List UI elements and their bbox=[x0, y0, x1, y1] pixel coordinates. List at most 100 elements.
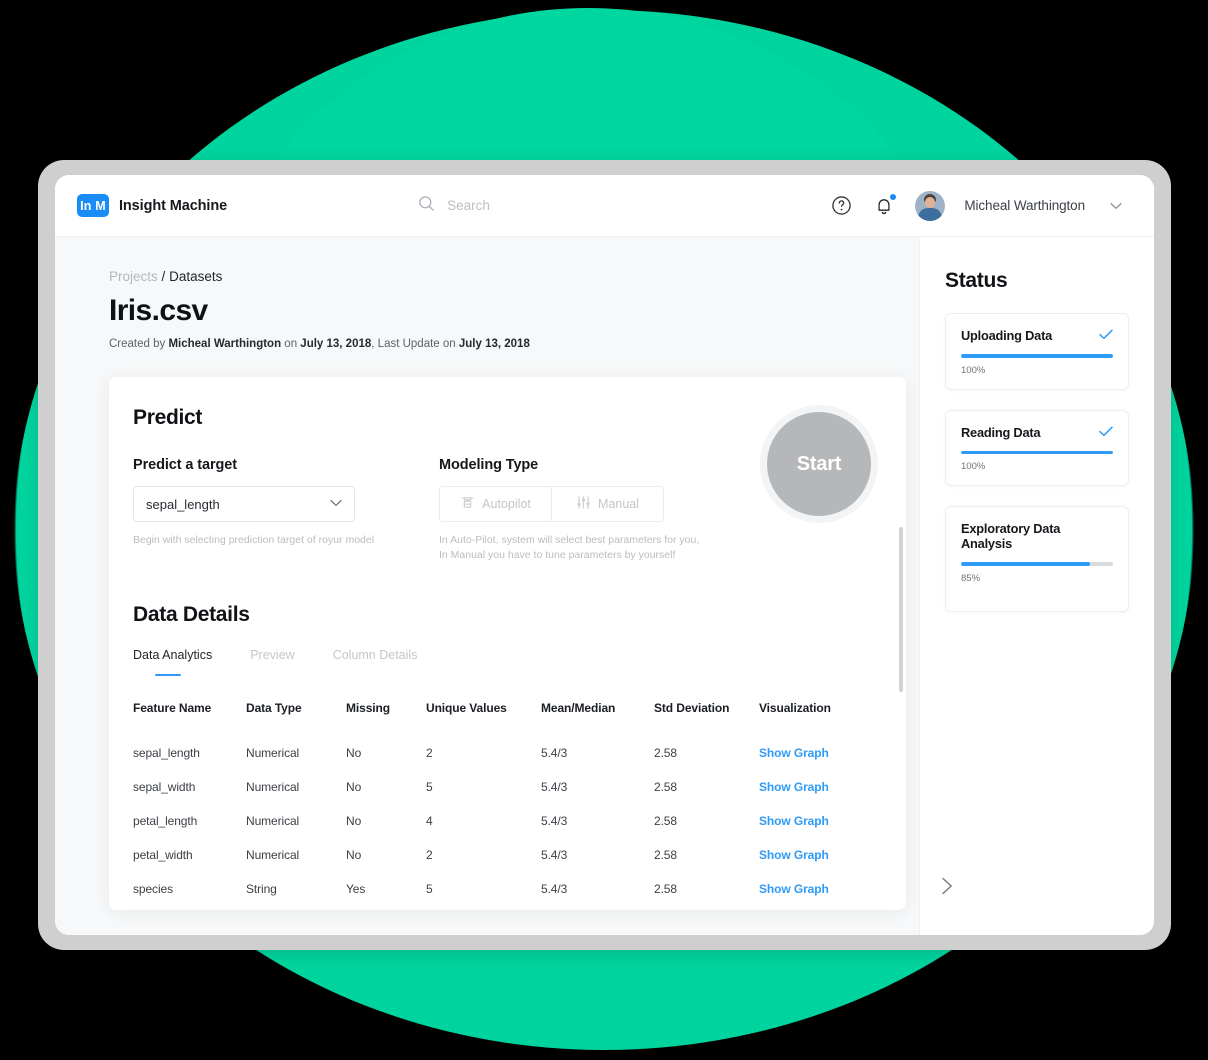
cell-mean-median: 5.4/3 bbox=[541, 882, 568, 897]
notification-badge-dot bbox=[890, 193, 897, 200]
col-feature-name: Feature Name bbox=[133, 701, 212, 716]
cell-type: String bbox=[246, 882, 277, 897]
predict-card: Predict Predict a target sepal_length Be… bbox=[109, 377, 906, 910]
cell-unique: 2 bbox=[426, 746, 433, 761]
modeling-type-help: In Auto-Pilot, system will select best p… bbox=[439, 533, 739, 563]
cell-type: Numerical bbox=[246, 746, 300, 761]
autopilot-icon bbox=[460, 495, 475, 513]
cell-std: 2.58 bbox=[654, 780, 677, 795]
status-card-reading-data[interactable]: Reading Data 100% bbox=[945, 409, 1129, 486]
chevron-down-icon bbox=[330, 499, 342, 510]
manual-label: Manual bbox=[598, 497, 639, 511]
cell-feature: petal_width bbox=[133, 848, 193, 863]
search-input[interactable] bbox=[447, 198, 668, 213]
cell-mean-median: 5.4/3 bbox=[541, 746, 568, 761]
search-bar[interactable] bbox=[418, 195, 668, 217]
brand-logo[interactable]: In M Insight Machine bbox=[77, 194, 227, 217]
meta-mid2: , Last Update on bbox=[371, 338, 459, 350]
progress-fill bbox=[961, 354, 1113, 358]
meta-author: Micheal Warthington bbox=[168, 338, 282, 350]
status-card-uploading-data[interactable]: Uploading Data 100% bbox=[945, 313, 1129, 390]
cell-feature: petal_length bbox=[133, 814, 198, 829]
avatar[interactable] bbox=[915, 190, 946, 221]
col-std-deviation: Std Deviation bbox=[654, 701, 730, 716]
show-graph-link[interactable]: Show Graph bbox=[759, 848, 829, 862]
cell-missing: No bbox=[346, 848, 362, 863]
start-button[interactable]: Start bbox=[767, 412, 871, 516]
show-graph-link[interactable]: Show Graph bbox=[759, 814, 829, 828]
cell-unique: 2 bbox=[426, 848, 433, 863]
content-scrollbar[interactable] bbox=[899, 527, 903, 692]
predict-target-group: Predict a target sepal_length Begin with… bbox=[133, 457, 439, 563]
table-row: petal_length Numerical No 4 5.4/3 2.58 S… bbox=[133, 804, 882, 838]
cell-missing: No bbox=[346, 814, 362, 829]
breadcrumb-datasets[interactable]: Datasets bbox=[169, 269, 222, 284]
screenshot-stage: In M Insight Machine Search Micheal Wart… bbox=[0, 0, 1208, 1060]
breadcrumb-projects[interactable]: Projects bbox=[109, 269, 158, 284]
collapse-panel-chevron-right-icon[interactable] bbox=[934, 873, 960, 899]
start-button-wrap: Start bbox=[760, 405, 878, 523]
check-icon bbox=[1099, 328, 1113, 342]
status-panel: Status Uploading Data 100% Reading Data … bbox=[919, 237, 1154, 935]
notifications-button[interactable] bbox=[872, 193, 897, 218]
cell-unique: 4 bbox=[426, 814, 433, 829]
data-details-tabs: Data Analytics Preview Column Details bbox=[133, 648, 882, 677]
status-card-exploratory-data-analysis[interactable]: Exploratory Data Analysis 85% bbox=[945, 506, 1129, 612]
cell-type: Numerical bbox=[246, 848, 300, 863]
sliders-icon bbox=[576, 495, 591, 513]
meta-created-date: July 13, 2018 bbox=[300, 338, 372, 350]
device-screen: In M Insight Machine Search Micheal Wart… bbox=[55, 175, 1154, 935]
logo-icon: In M bbox=[77, 194, 109, 217]
show-graph-link[interactable]: Show Graph bbox=[759, 780, 829, 794]
cell-std: 2.58 bbox=[654, 814, 677, 829]
show-graph-link[interactable]: Show Graph bbox=[759, 882, 829, 896]
progress-track bbox=[961, 450, 1113, 454]
modeling-type-toggle: Autopilot Manual bbox=[439, 486, 664, 522]
cell-missing: Yes bbox=[346, 882, 366, 897]
app-body: Projects / Datasets Iris.csv Created by … bbox=[55, 237, 1154, 935]
show-graph-link[interactable]: Show Graph bbox=[759, 746, 829, 760]
meta-prefix: Created by bbox=[109, 338, 169, 350]
status-name: Exploratory Data Analysis bbox=[961, 521, 1061, 551]
cell-missing: No bbox=[346, 780, 362, 795]
manual-button[interactable]: Manual bbox=[551, 487, 663, 521]
status-title: Status bbox=[945, 269, 1008, 292]
modeling-type-label: Modeling Type bbox=[439, 457, 539, 473]
breadcrumb: Projects / Datasets bbox=[109, 269, 919, 284]
modeling-type-group: Modeling Type Autopilot Manual In Auto-P… bbox=[439, 457, 739, 563]
progress-label: 100% bbox=[961, 364, 986, 376]
col-data-type: Data Type bbox=[246, 701, 302, 716]
brand-name: Insight Machine bbox=[119, 197, 228, 214]
table-row: species String Yes 5 5.4/3 2.58 Show Gra… bbox=[133, 872, 882, 906]
check-icon bbox=[1099, 425, 1113, 439]
col-missing: Missing bbox=[346, 701, 390, 716]
cell-mean-median: 5.4/3 bbox=[541, 780, 568, 795]
cell-type: Numerical bbox=[246, 780, 300, 795]
device-frame: In M Insight Machine Search Micheal Wart… bbox=[38, 160, 1171, 950]
predict-target-value: sepal_length bbox=[146, 496, 220, 512]
app-header: In M Insight Machine Search Micheal Wart… bbox=[55, 175, 1154, 237]
col-mean-median: Mean/Median bbox=[541, 701, 616, 716]
cell-unique: 5 bbox=[426, 780, 433, 795]
autopilot-label: Autopilot bbox=[482, 497, 531, 511]
table-row: sepal_length Numerical No 2 5.4/3 2.58 S… bbox=[133, 736, 882, 770]
data-details-section: Data Details Data Analytics Preview Colu… bbox=[133, 603, 882, 906]
breadcrumb-separator: / bbox=[161, 269, 166, 284]
tab-column-details[interactable]: Column Details bbox=[333, 648, 418, 676]
user-menu-chevron-down-icon[interactable] bbox=[1104, 194, 1128, 218]
predict-target-select[interactable]: sepal_length bbox=[133, 486, 355, 522]
main-content: Projects / Datasets Iris.csv Created by … bbox=[55, 237, 919, 935]
cell-feature: sepal_width bbox=[133, 780, 196, 795]
cell-unique: 5 bbox=[426, 882, 433, 897]
tab-data-analytics[interactable]: Data Analytics bbox=[133, 648, 212, 677]
user-name-label: Micheal Warthington bbox=[964, 198, 1085, 213]
autopilot-button[interactable]: Autopilot bbox=[440, 487, 551, 521]
cell-type: Numerical bbox=[246, 814, 300, 829]
help-button[interactable] bbox=[829, 194, 853, 218]
cell-feature: sepal_length bbox=[133, 746, 200, 761]
table-row: sepal_width Numerical No 5 5.4/3 2.58 Sh… bbox=[133, 770, 882, 804]
progress-fill bbox=[961, 562, 1091, 566]
tab-preview[interactable]: Preview bbox=[250, 648, 294, 676]
page-header: Projects / Datasets Iris.csv Created by … bbox=[55, 237, 919, 350]
meta-updated-date: July 13, 2018 bbox=[458, 338, 530, 350]
